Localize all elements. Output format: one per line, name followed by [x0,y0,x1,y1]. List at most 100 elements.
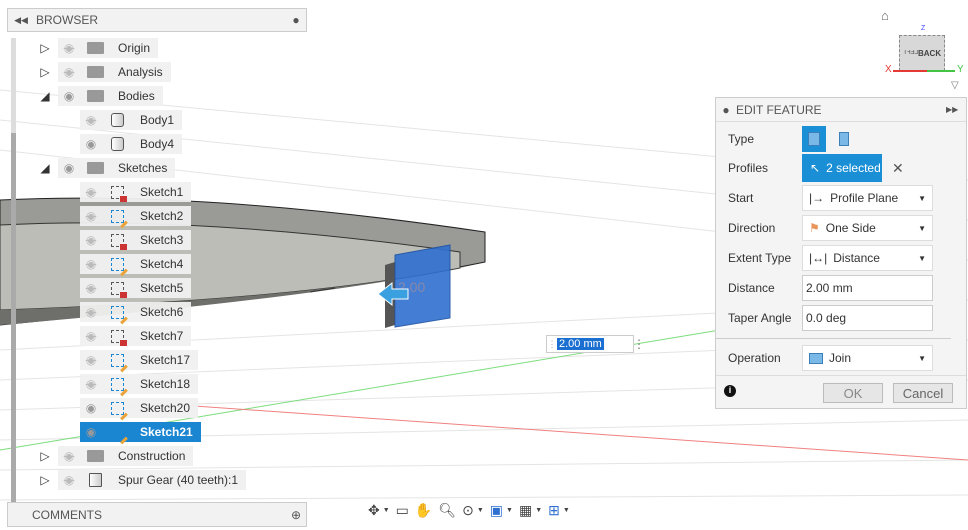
pan-icon[interactable]: ✋ [415,502,432,519]
item-label: Sketch4 [140,257,184,271]
browser-item-sketch20[interactable]: ◉ Sketch20 [80,398,199,420]
eye-icon[interactable]: ◉ [58,89,80,103]
expand-dialog-icon[interactable]: ▶▶ [946,105,966,114]
cube-face-left[interactable]: LEFT [900,50,918,56]
browser-item-construction[interactable]: ▷ ◉ Construction [38,446,194,466]
item-label: Sketch6 [140,305,184,319]
viewports-icon[interactable]: ⊞ [548,502,560,519]
chevron-down-icon[interactable]: ▼ [477,507,484,514]
ok-button[interactable]: OK [823,383,883,403]
eye-hidden-icon[interactable]: ◉ [58,473,80,487]
browser-item-sketch7[interactable]: ◉ Sketch7 [80,326,192,346]
zoom-icon[interactable]: 🔍︎ [438,502,456,519]
browser-item-sketch2[interactable]: ◉ Sketch2 [80,206,192,228]
eye-hidden-icon[interactable]: ◉ [80,377,102,391]
cube-face-back[interactable]: BACK [918,49,941,58]
browser-item-sketch21[interactable]: ◉ Sketch21 [80,422,201,444]
expanded-triangle-icon[interactable]: ◢ [38,161,52,175]
eye-hidden-icon[interactable]: ◉ [80,281,102,295]
distance-input[interactable]: 2.00 mm [802,275,933,301]
display-settings-icon[interactable]: ▣ [490,502,503,519]
browser-item-sketch4[interactable]: ◉ Sketch4 [80,254,192,276]
minimize-icon[interactable]: ● [286,13,306,27]
sketch-icon [110,425,128,444]
chevron-down-icon: ▼ [918,223,926,233]
dimension-options-icon[interactable]: ⋮ [633,337,645,351]
collapse-dialog-icon[interactable]: ● [716,103,736,117]
viewcube[interactable]: ⌂ LEFT BACK Z X Y ▽ [881,8,965,91]
expanded-triangle-icon[interactable]: ◢ [38,89,52,103]
eye-hidden-icon[interactable]: ◉ [58,41,80,55]
grid-icon[interactable]: ▦ [519,502,532,519]
fit-icon[interactable]: ⊙ [462,502,474,519]
collapsed-triangle-icon[interactable]: ▷ [38,473,52,487]
browser-scrollbar[interactable] [11,38,16,518]
eye-icon[interactable]: ◉ [80,401,102,415]
item-label: Construction [118,449,186,463]
orbit-icon[interactable]: ✥ [368,502,380,519]
browser-item-body1[interactable]: ◉ Body1 [80,110,183,130]
extrude-solid-type-button[interactable] [802,126,826,152]
home-icon[interactable]: ⌂ [881,8,889,23]
eye-hidden-icon[interactable]: ◉ [80,233,102,247]
eye-hidden-icon[interactable]: ◉ [80,257,102,271]
browser-item-analysis[interactable]: ▷ ◉ Analysis [38,62,171,82]
eye-hidden-icon[interactable]: ◉ [58,65,80,79]
browser-item-sketch18[interactable]: ◉ Sketch18 [80,374,199,396]
eye-hidden-icon[interactable]: ◉ [80,305,102,319]
cancel-button[interactable]: Cancel [893,383,953,403]
dimension-input-box[interactable]: ⋮ 2.00 mm ⋮ [546,335,645,353]
profiles-select-button[interactable]: ↖ 2 selected [802,154,882,182]
extent-value: Distance [833,251,880,265]
chevron-down-icon[interactable]: ▼ [383,507,390,514]
operation-label: Operation [728,351,781,365]
browser-item-bodies[interactable]: ◢ ◉ Bodies [38,86,163,106]
start-dropdown[interactable]: |→ Profile Plane ▼ [802,185,933,211]
eye-hidden-icon[interactable]: ◉ [80,113,102,127]
dimension-value[interactable]: 2.00 mm [557,338,604,350]
item-label: Sketch5 [140,281,184,295]
eye-hidden-icon[interactable]: ◉ [80,329,102,343]
look-at-icon[interactable]: ▭ [396,502,409,519]
operation-dropdown[interactable]: Join ▼ [802,345,933,371]
item-label: Sketch18 [140,377,191,391]
collapse-panel-icon[interactable]: ◀◀ [12,15,30,26]
browser-item-sketch3[interactable]: ◉ Sketch3 [80,230,192,250]
eye-icon[interactable]: ◉ [80,425,102,439]
browser-item-body4[interactable]: ◉ Body4 [80,134,183,154]
direction-dropdown[interactable]: ⚑ One Side ▼ [802,215,933,241]
chevron-down-icon[interactable]: ▼ [563,507,570,514]
browser-item-spur-gear-40-teeth-1[interactable]: ▷ ◉ Spur Gear (40 teeth):1 [38,470,247,490]
eye-hidden-icon[interactable]: ◉ [80,353,102,367]
collapsed-triangle-icon[interactable]: ▷ [38,41,52,55]
eye-icon[interactable]: ◉ [80,137,102,151]
info-icon[interactable]: i [724,385,736,397]
add-comment-icon[interactable]: ⊕ [286,508,306,522]
extrude-thin-type-button[interactable] [832,126,856,152]
eye-hidden-icon[interactable]: ◉ [80,209,102,223]
eye-hidden-icon[interactable]: ◉ [80,185,102,199]
eye-hidden-icon[interactable]: ◉ [58,449,80,463]
operation-value: Join [829,351,852,365]
extent-type-dropdown[interactable]: |↔| Distance ▼ [802,245,933,271]
browser-item-sketch6[interactable]: ◉ Sketch6 [80,302,192,324]
chevron-down-icon[interactable]: ▼ [506,507,513,514]
chevron-down-icon[interactable]: ▼ [535,507,542,514]
item-label: Spur Gear (40 teeth):1 [118,473,239,487]
item-label: Sketch2 [140,209,184,223]
browser-item-sketches[interactable]: ◢ ◉ Sketches [38,158,176,178]
taper-angle-input[interactable]: 0.0 deg [802,305,933,331]
viewcube-menu-icon[interactable]: ▽ [951,80,959,91]
browser-item-sketch5[interactable]: ◉ Sketch5 [80,278,192,298]
collapsed-triangle-icon[interactable]: ▷ [38,449,52,463]
clear-selection-icon[interactable]: ✕ [892,160,904,177]
browser-item-origin[interactable]: ▷ ◉ Origin [38,38,159,58]
eye-icon[interactable]: ◉ [58,161,80,175]
type-label: Type [728,132,755,146]
direction-label: Direction [728,221,776,235]
browser-item-sketch1[interactable]: ◉ Sketch1 [80,182,192,202]
folder-icon [86,42,104,54]
browser-item-sketch17[interactable]: ◉ Sketch17 [80,350,199,372]
drag-grip[interactable]: ⋮ [547,339,557,350]
collapsed-triangle-icon[interactable]: ▷ [38,65,52,79]
